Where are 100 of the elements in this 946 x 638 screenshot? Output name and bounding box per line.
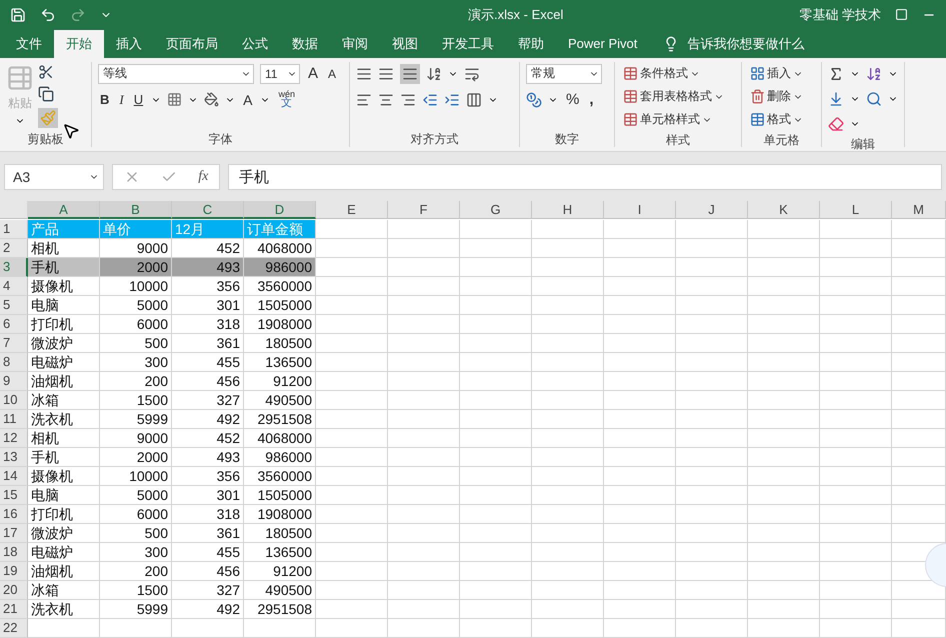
cells-menu-button[interactable]: 删除	[748, 86, 805, 107]
tell-me-search[interactable]: 告诉我你想要做什么	[687, 34, 804, 53]
phonetic-button[interactable]: wén 文	[276, 90, 297, 110]
merge-cells-icon[interactable]	[466, 92, 482, 108]
ribbon-tab[interactable]: 插入	[104, 30, 154, 58]
formula-input[interactable]: 手机	[228, 164, 942, 190]
row-header[interactable]: 9	[0, 372, 28, 391]
column-header[interactable]: E	[316, 201, 388, 219]
insert-function-button[interactable]: fx	[198, 169, 208, 186]
percent-button[interactable]: %	[564, 90, 582, 110]
cells-menu-button[interactable]: 插入	[748, 64, 805, 84]
ribbon-display-icon[interactable]	[895, 8, 908, 22]
column-header[interactable]: K	[748, 201, 820, 219]
ribbon-tab[interactable]: 公式	[230, 30, 280, 58]
bold-button[interactable]: B	[98, 90, 112, 110]
column-header[interactable]: J	[676, 201, 748, 219]
column-header[interactable]: C	[172, 201, 244, 219]
row-header[interactable]: 21	[0, 600, 28, 619]
ribbon-tab[interactable]: 帮助	[506, 30, 556, 58]
font-color-button[interactable]: A	[241, 90, 254, 110]
row-header[interactable]: 12	[0, 429, 28, 448]
table-cell: 456	[172, 372, 244, 391]
row-header[interactable]: 1	[0, 220, 28, 239]
table-cell: 洗衣机	[28, 600, 100, 619]
ribbon-tab[interactable]: Power Pivot	[556, 30, 650, 58]
italic-button[interactable]: I	[117, 90, 126, 110]
row-header[interactable]: 13	[0, 448, 28, 467]
row-header[interactable]: 18	[0, 543, 28, 562]
align-center-icon[interactable]	[378, 92, 394, 108]
row-header[interactable]: 10	[0, 391, 28, 410]
ribbon-tab[interactable]: 视图	[380, 30, 430, 58]
cells-menu-button[interactable]: 格式	[748, 110, 805, 130]
ribbon-tab[interactable]: 审阅	[330, 30, 380, 58]
row-header[interactable]: 3	[0, 258, 28, 277]
styles-menu-button[interactable]: 条件格式	[621, 64, 726, 84]
ribbon-tab[interactable]: 开始	[54, 30, 104, 58]
save-icon[interactable]	[10, 6, 26, 23]
row-header[interactable]: 16	[0, 505, 28, 524]
borders-icon[interactable]	[167, 92, 182, 108]
column-header[interactable]: I	[604, 201, 676, 219]
column-header[interactable]: H	[532, 201, 604, 219]
align-middle-icon[interactable]	[378, 66, 394, 82]
decrease-indent-icon[interactable]	[422, 92, 438, 108]
styles-menu-button[interactable]: 套用表格格式	[621, 86, 726, 107]
column-header[interactable]: D	[244, 201, 316, 219]
fill-bucket-icon[interactable]	[204, 92, 220, 108]
row-header[interactable]: 20	[0, 581, 28, 600]
table-cell: 4068000	[244, 429, 316, 448]
sort-filter-icon[interactable]	[866, 66, 882, 82]
row-header[interactable]: 5	[0, 296, 28, 315]
shrink-font-button[interactable]: A	[326, 64, 338, 84]
row-header[interactable]: 17	[0, 524, 28, 543]
row-header[interactable]: 11	[0, 410, 28, 429]
table-cell: 200	[100, 562, 172, 581]
eraser-icon[interactable]	[828, 116, 844, 132]
ribbon-tab[interactable]: 数据	[280, 30, 330, 58]
table-cell: 136500	[244, 353, 316, 372]
column-header[interactable]: L	[820, 201, 892, 219]
row-header[interactable]: 7	[0, 334, 28, 353]
table-cell: 12月	[172, 220, 244, 239]
user-name[interactable]: 零基础 学技术	[799, 6, 881, 24]
row-header[interactable]: 19	[0, 562, 28, 581]
ribbon-tab[interactable]: 页面布局	[154, 30, 230, 58]
row-header[interactable]: 6	[0, 315, 28, 334]
column-header[interactable]: G	[460, 201, 532, 219]
row-header[interactable]: 15	[0, 486, 28, 505]
name-box[interactable]: A3	[4, 164, 104, 190]
align-left-icon[interactable]	[356, 92, 372, 108]
font-name-field[interactable]: 等线	[98, 64, 254, 84]
align-bottom-button[interactable]	[400, 64, 420, 84]
table-cell: 301	[172, 296, 244, 315]
ribbon-tab[interactable]: 开发工具	[430, 30, 506, 58]
table-cell: 冰箱	[28, 581, 100, 600]
number-format-field[interactable]: 常规	[526, 64, 602, 84]
row-header[interactable]: 14	[0, 467, 28, 486]
column-header[interactable]: M	[892, 201, 946, 219]
undo-icon[interactable]	[40, 6, 56, 23]
table-cell: 4068000	[244, 239, 316, 258]
table-cell: 456	[172, 562, 244, 581]
search-icon[interactable]	[866, 90, 882, 107]
increase-indent-icon[interactable]	[444, 92, 460, 108]
ribbon-tab[interactable]: 文件	[4, 30, 54, 58]
comma-button[interactable]: ,	[587, 90, 596, 110]
row-header[interactable]: 22	[0, 619, 28, 638]
row-header[interactable]: 8	[0, 353, 28, 372]
column-header[interactable]: A	[28, 201, 100, 219]
wrap-text-icon[interactable]	[464, 66, 480, 82]
font-size-field[interactable]: 11	[260, 64, 300, 84]
grow-font-button[interactable]: A	[306, 64, 320, 84]
column-header[interactable]: B	[100, 201, 172, 219]
column-header[interactable]: F	[388, 201, 460, 219]
styles-menu-button[interactable]: 单元格样式	[621, 110, 726, 130]
underline-button[interactable]: U	[132, 90, 146, 110]
row-header[interactable]: 2	[0, 239, 28, 258]
table-cell: 3560000	[244, 277, 316, 296]
currency-icon[interactable]	[526, 92, 542, 108]
fill-down-icon[interactable]	[828, 90, 844, 107]
row-header[interactable]: 4	[0, 277, 28, 296]
align-right-icon[interactable]	[400, 92, 416, 108]
align-top-icon[interactable]	[356, 66, 372, 82]
